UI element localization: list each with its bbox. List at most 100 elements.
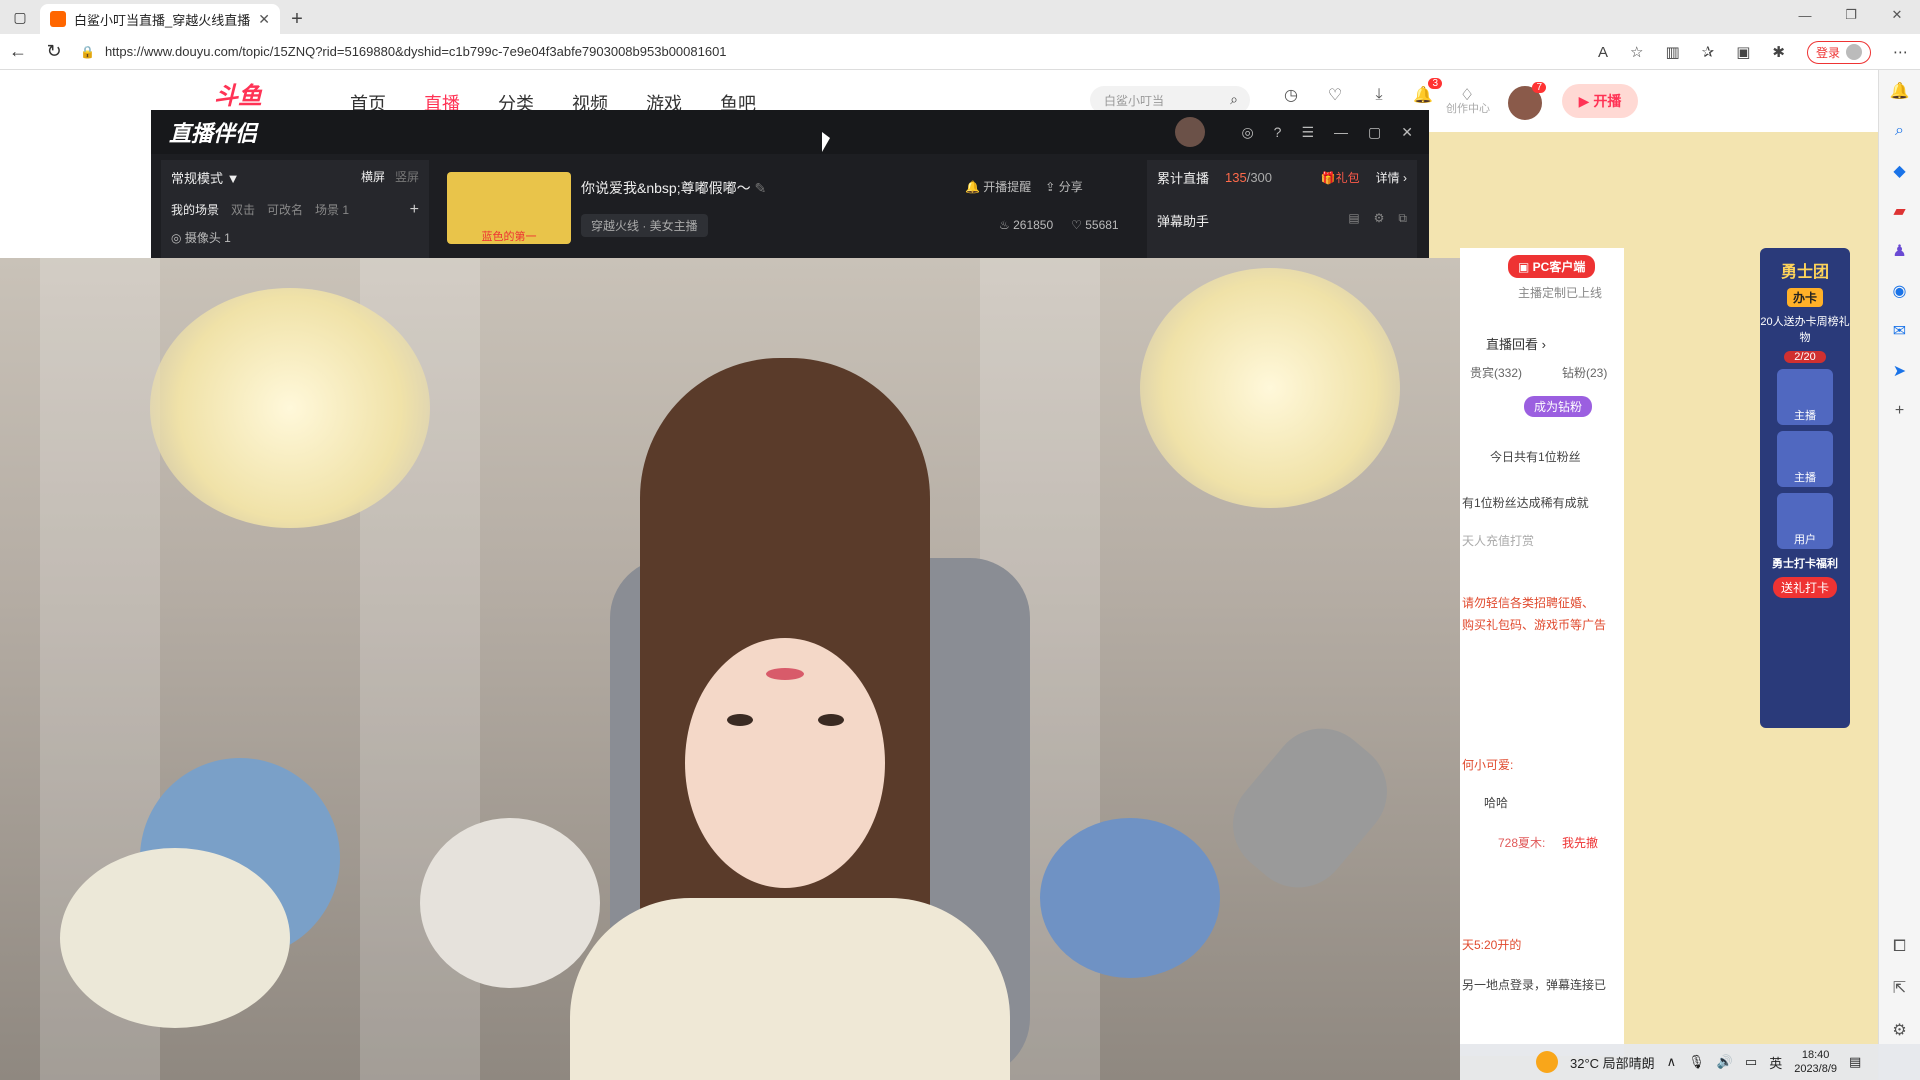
source-item[interactable]: ◎ 摄像头 1: [171, 229, 419, 246]
outlook-icon[interactable]: ✉: [1889, 320, 1911, 342]
mic-icon[interactable]: 🎙: [1688, 1054, 1705, 1070]
danmu-list-icon[interactable]: ▤: [1348, 211, 1359, 230]
clock[interactable]: 18:40 2023/8/9: [1794, 1048, 1837, 1076]
live-video[interactable]: [0, 258, 1460, 1080]
landscape-toggle[interactable]: 横屏: [361, 170, 385, 184]
recharge-notice: 天人充值打赏: [1462, 534, 1535, 548]
browser-tabbar: ▢ 白鲨小叮当直播_穿越火线直播_斗 ✕ + — ❐ ✕: [0, 0, 1920, 34]
send-gift-checkin-button[interactable]: 送礼打卡: [1772, 577, 1837, 598]
companion-avatar[interactable]: [1175, 117, 1206, 147]
chat-message-2: 哈哈: [1484, 796, 1509, 810]
chat-user-3[interactable]: 728夏木:: [1498, 834, 1545, 851]
live-replay-link[interactable]: 直播回看 ›: [1486, 334, 1546, 353]
headset-icon[interactable]: ◎: [1241, 124, 1253, 141]
companion-titlebar: 直播伴侣 ◎ ? ☰ — ▢ ✕: [151, 110, 1429, 154]
login-button[interactable]: 登录: [1806, 40, 1871, 64]
scene-tab-1[interactable]: 场景 1: [315, 201, 349, 219]
bell-icon[interactable]: 🔔 3: [1412, 78, 1442, 106]
mode-selector[interactable]: 常规模式 ▼: [171, 168, 240, 187]
guard-widget[interactable]: 勇士团 办卡 20人送办卡周榜礼物 2/20 主播 主播 用户 勇士打卡福利 送…: [1760, 248, 1850, 728]
send-icon[interactable]: ➤: [1889, 360, 1911, 382]
notification-icon[interactable]: 🔔: [1889, 80, 1911, 102]
restore-icon[interactable]: ❐: [1828, 0, 1874, 30]
download-icon[interactable]: ⤓: [1368, 84, 1390, 106]
creator-label[interactable]: 创作中心: [1446, 100, 1490, 116]
weather-text[interactable]: 32°C 局部晴朗: [1570, 1053, 1655, 1072]
tab-diamond-fans[interactable]: 钻粉(23): [1562, 364, 1607, 381]
menu-icon[interactable]: ☰: [1301, 124, 1314, 141]
external-link-icon[interactable]: ⇱: [1893, 978, 1906, 998]
network-icon[interactable]: ▭: [1745, 1054, 1757, 1070]
minimize-icon[interactable]: —: [1782, 0, 1828, 30]
tray-chevron-icon[interactable]: ∧: [1667, 1054, 1677, 1070]
shopping-icon[interactable]: ◆: [1889, 160, 1911, 182]
refresh-icon[interactable]: ↻: [36, 34, 72, 70]
guard-reward-1[interactable]: 主播: [1777, 369, 1833, 425]
extensions-icon[interactable]: ✱: [1772, 43, 1785, 61]
ime-indicator[interactable]: 英: [1769, 1053, 1782, 1072]
notification-center-icon[interactable]: ▤: [1849, 1054, 1861, 1070]
remind-button[interactable]: 🔔 开播提醒: [965, 178, 1031, 195]
streamer-body-shape: [570, 898, 1010, 1080]
guard-reward-2[interactable]: 主播: [1777, 431, 1833, 487]
user-avatar[interactable]: 7: [1506, 82, 1546, 122]
guard-reward-3[interactable]: 用户: [1777, 493, 1833, 549]
portrait-toggle[interactable]: 竖屏: [395, 170, 419, 184]
add-scene-icon[interactable]: +: [410, 201, 419, 219]
favorite-star-icon[interactable]: ☆: [1630, 43, 1643, 61]
close-window-icon[interactable]: ✕: [1874, 0, 1920, 30]
url-text: https://www.douyu.com/topic/15ZNQ?rid=51…: [104, 44, 727, 59]
detail-link[interactable]: 详情 ›: [1376, 169, 1407, 186]
follow-heart-icon[interactable]: ♡: [1324, 84, 1346, 106]
volume-icon[interactable]: 🔊: [1717, 1054, 1733, 1070]
close-tab-icon[interactable]: ✕: [258, 11, 270, 28]
danmu-popout-icon[interactable]: ⧉: [1398, 211, 1407, 230]
open-live-button[interactable]: ▶ 开播: [1562, 84, 1638, 118]
plush-toy-shape: [1040, 818, 1220, 978]
browser-tab-active[interactable]: 白鲨小叮当直播_穿越火线直播_斗 ✕: [40, 4, 280, 34]
scene-tab-mine[interactable]: 我的场景: [171, 201, 219, 219]
avatar-badge: 7: [1532, 82, 1546, 93]
settings-icon[interactable]: ⚙: [1892, 1020, 1906, 1040]
office-icon[interactable]: ◉: [1889, 280, 1911, 302]
search-icon[interactable]: ⌕: [1230, 91, 1238, 108]
room-category[interactable]: 穿越火线 · 美女主播: [581, 214, 708, 237]
scene-panel: 常规模式 ▼ 横屏 竖屏 我的场景 双击 可改名 场景 1 + ◎ 摄像头 1: [161, 160, 429, 258]
become-diamond-fan-button[interactable]: 成为钻粉: [1524, 396, 1593, 417]
url-field[interactable]: 🔒 https://www.douyu.com/topic/15ZNQ?rid=…: [80, 38, 1480, 66]
scene-tab-double[interactable]: 双击: [231, 201, 255, 219]
add-sidebar-icon[interactable]: +: [1889, 400, 1911, 422]
favorites-icon[interactable]: ✰: [1702, 43, 1715, 61]
back-icon[interactable]: ←: [0, 34, 36, 70]
accumulated-row: 累计直播 135/300 🎁礼包 详情 ›: [1157, 168, 1407, 187]
guard-card-chip[interactable]: 办卡: [1786, 288, 1823, 307]
chat-user-1[interactable]: 何小可爱:: [1462, 756, 1513, 773]
collections-icon[interactable]: ▣: [1736, 43, 1750, 61]
games-icon[interactable]: ♟: [1889, 240, 1911, 262]
douyu-logo[interactable]: 斗鱼: [214, 76, 262, 111]
tools-icon[interactable]: ▰: [1889, 200, 1911, 222]
tab-vip[interactable]: 贵宾(332): [1470, 364, 1522, 381]
scene-tab-rename[interactable]: 可改名: [267, 201, 303, 219]
help-icon[interactable]: ?: [1274, 124, 1282, 140]
minimize-icon[interactable]: —: [1334, 124, 1348, 140]
share-button[interactable]: ⇪ 分享: [1045, 178, 1082, 195]
split-screen-icon[interactable]: ▥: [1665, 43, 1679, 61]
new-tab-button[interactable]: +: [280, 4, 314, 34]
maximize-icon[interactable]: ▢: [1368, 124, 1381, 141]
history-icon[interactable]: ◷: [1280, 84, 1302, 106]
gift-pack-button[interactable]: 🎁礼包: [1321, 169, 1360, 186]
eye-shape: [818, 714, 844, 726]
screenshot-icon[interactable]: ⧠: [1893, 938, 1906, 956]
close-icon[interactable]: ✕: [1401, 124, 1413, 141]
more-menu-icon[interactable]: ⋯: [1893, 43, 1908, 61]
edit-icon[interactable]: ✎: [754, 180, 766, 196]
pc-client-badge[interactable]: ▣ PC客户端: [1508, 255, 1596, 278]
room-thumbnail[interactable]: 蓝色的第一: [447, 172, 571, 244]
room-title[interactable]: 你说爱我&nbsp;尊嘟假嘟～ ✎: [581, 178, 766, 198]
search-sidebar-icon[interactable]: ⌕: [1889, 120, 1911, 142]
danmu-settings-icon[interactable]: ⚙: [1374, 211, 1385, 230]
tab-actions-icon[interactable]: ▢: [0, 0, 40, 34]
tab-title: 白鲨小叮当直播_穿越火线直播_斗: [74, 12, 251, 28]
read-aloud-icon[interactable]: A: [1598, 44, 1608, 61]
